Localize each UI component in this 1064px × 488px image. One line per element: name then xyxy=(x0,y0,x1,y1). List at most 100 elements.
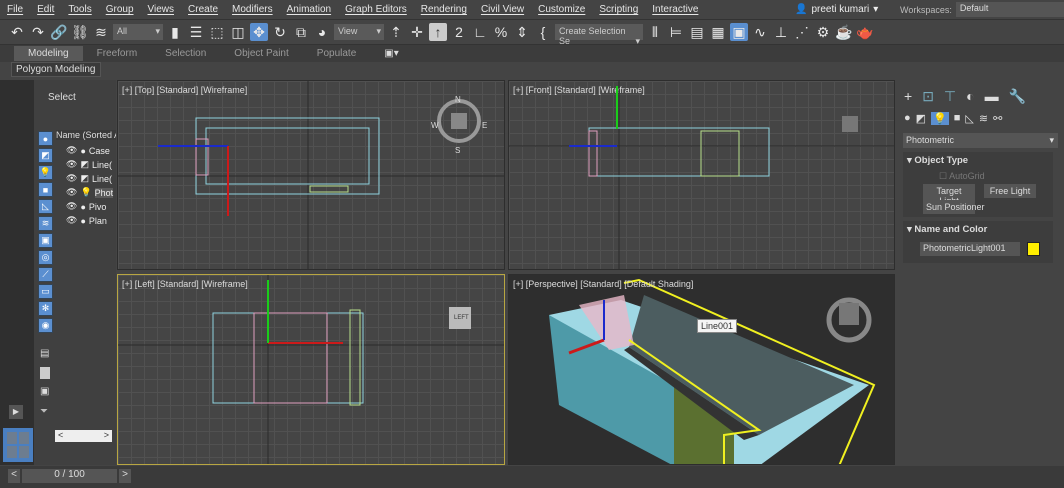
lights-category-icon[interactable]: 💡 xyxy=(931,112,949,125)
modify-tab-icon[interactable]: ⊡ xyxy=(922,88,934,105)
toggle-ribbon-icon[interactable]: ▣ xyxy=(730,23,748,41)
create-tab-icon[interactable]: + xyxy=(904,88,912,105)
utilities-tab-icon[interactable]: 🔧 xyxy=(1009,88,1026,105)
autogrid-checkbox[interactable]: ☐ AutoGrid xyxy=(939,171,985,182)
list-item[interactable]: 👁 ◩ Line( xyxy=(66,172,114,185)
redo-icon[interactable]: ↷ xyxy=(29,23,47,41)
menu-graph-editors[interactable]: Graph Editors xyxy=(338,4,414,15)
viewcube-face-label[interactable]: LEFT xyxy=(454,315,469,321)
pivot-center-icon[interactable]: ⇡ xyxy=(387,23,405,41)
display-geometry-icon[interactable]: ● xyxy=(38,131,53,146)
tab-modeling[interactable]: Modeling xyxy=(14,46,83,61)
name-color-header[interactable]: ▾ Name and Color xyxy=(907,224,987,235)
mirror-icon[interactable]: ⫴ xyxy=(646,23,664,41)
reference-coord-dropdown[interactable]: View ▾ xyxy=(334,24,384,40)
eye-icon[interactable]: 👁 xyxy=(66,187,77,198)
render-setup-icon[interactable]: ☕ xyxy=(835,23,853,41)
list-item[interactable]: 👁 ● Plan xyxy=(66,214,114,227)
display-spacewarps-icon[interactable]: ≋ xyxy=(38,216,53,231)
list-item[interactable]: 👁 ● Pivo xyxy=(66,200,114,213)
list-item[interactable]: 👁 💡 Phot xyxy=(66,186,114,199)
menu-file[interactable]: File xyxy=(0,4,30,15)
display-hidden-icon[interactable]: ◉ xyxy=(38,318,53,333)
menu-customize[interactable]: Customize xyxy=(531,4,592,15)
menu-modifiers[interactable]: Modifiers xyxy=(225,4,280,15)
keyboard-shortcut-toggle-icon[interactable]: ↑ xyxy=(429,23,447,41)
eye-icon[interactable]: 👁 xyxy=(66,201,77,212)
eye-icon[interactable]: 👁 xyxy=(66,159,77,170)
layer-explorer-icon[interactable]: ▦ xyxy=(709,23,727,41)
viewport-front[interactable]: [+] [Front] [Standard] [Wireframe] xyxy=(508,80,895,270)
time-slider[interactable]: < 0 / 100 > xyxy=(0,466,1064,488)
display-invert-icon[interactable]: ▣ xyxy=(40,386,49,397)
display-all-icon[interactable]: ▤ xyxy=(40,348,49,359)
expand-layout-icon[interactable]: ▶ xyxy=(9,405,23,419)
shapes-category-icon[interactable]: ◩ xyxy=(916,112,926,125)
place-icon[interactable]: ◕ xyxy=(313,23,331,41)
scene-explorer-icon[interactable]: ▤ xyxy=(688,23,706,41)
cameras-category-icon[interactable]: ■ xyxy=(954,112,961,125)
object-type-header[interactable]: ▾ Object Type xyxy=(907,155,968,166)
unlink-icon[interactable]: ⛓ xyxy=(71,23,89,41)
menu-tools[interactable]: Tools xyxy=(61,4,98,15)
spacewarps-category-icon[interactable]: ≋ xyxy=(979,112,988,125)
percent-snap-icon[interactable]: % xyxy=(492,23,510,41)
display-particles-icon[interactable]: ✻ xyxy=(38,301,53,316)
object-color-swatch[interactable] xyxy=(1027,242,1040,256)
viewport-label[interactable]: [+] [Perspective] [Standard] [Default Sh… xyxy=(513,279,693,289)
dope-sheet-icon[interactable]: ⊥ xyxy=(772,23,790,41)
geometry-category-icon[interactable]: ● xyxy=(904,112,911,125)
polygon-modeling-tab[interactable]: Polygon Modeling xyxy=(11,62,101,77)
display-tab-icon[interactable]: ▬ xyxy=(985,88,999,105)
display-cameras-icon[interactable]: ■ xyxy=(38,182,53,197)
free-light-button[interactable]: Free Light xyxy=(984,184,1036,198)
link-icon[interactable]: 🔗 xyxy=(50,23,68,41)
display-xrefs-icon[interactable]: ◎ xyxy=(38,250,53,265)
edit-named-selection-icon[interactable]: { xyxy=(534,23,552,41)
viewport-top[interactable]: [+] [Top] [Standard] [Wireframe] N S E W xyxy=(117,80,505,270)
scale-icon[interactable]: ⧉ xyxy=(292,23,310,41)
filter-icon[interactable]: ⏷ xyxy=(40,406,48,417)
menu-animation[interactable]: Animation xyxy=(280,4,338,15)
list-item[interactable]: 👁 ● Case xyxy=(66,144,114,157)
material-editor-icon[interactable]: ⚙ xyxy=(814,23,832,41)
time-slider-thumb[interactable]: 0 / 100 xyxy=(22,469,117,483)
align-icon[interactable]: ⊨ xyxy=(667,23,685,41)
menu-scripting[interactable]: Scripting xyxy=(592,4,645,15)
snaps-toggle-icon[interactable]: 2 xyxy=(450,23,468,41)
light-type-dropdown[interactable]: Photometric ▾ xyxy=(903,133,1058,148)
helpers-category-icon[interactable]: ◺ xyxy=(965,112,973,125)
display-containers-icon[interactable]: ▭ xyxy=(38,284,53,299)
angle-snap-icon[interactable]: ∟ xyxy=(471,23,489,41)
menu-edit[interactable]: Edit xyxy=(30,4,61,15)
tab-selection[interactable]: Selection xyxy=(151,46,220,61)
hierarchy-tab-icon[interactable]: ⊤ xyxy=(944,88,956,105)
time-prev-button[interactable]: < xyxy=(8,469,20,483)
display-shapes-icon[interactable]: ◩ xyxy=(38,148,53,163)
display-lights-icon[interactable]: 💡 xyxy=(38,165,53,180)
named-selection-dropdown[interactable]: Create Selection Se ▾ xyxy=(555,24,643,46)
display-bones-icon[interactable]: ⟋ xyxy=(38,267,53,282)
undo-icon[interactable]: ↶ xyxy=(8,23,26,41)
user-account-button[interactable]: 👤 preeti kumari ▾ xyxy=(795,1,878,18)
menu-rendering[interactable]: Rendering xyxy=(414,4,474,15)
menu-interactive[interactable]: Interactive xyxy=(645,4,705,15)
display-helpers-icon[interactable]: ◺ xyxy=(38,199,53,214)
systems-category-icon[interactable]: ⚯ xyxy=(993,112,1002,125)
time-next-button[interactable]: > xyxy=(119,469,131,483)
select-by-name-icon[interactable]: ☰ xyxy=(187,23,205,41)
viewport-perspective[interactable]: [+] [Perspective] [Standard] [Default Sh… xyxy=(508,274,895,465)
select-manipulate-icon[interactable]: ✛ xyxy=(408,23,426,41)
select-object-icon[interactable]: ▮ xyxy=(166,23,184,41)
display-groups-icon[interactable]: ▣ xyxy=(38,233,53,248)
viewport-left[interactable]: [+] [Left] [Standard] [Wireframe] LEFT xyxy=(117,274,505,465)
sun-positioner-button[interactable]: Sun Positioner xyxy=(923,200,985,214)
render-icon[interactable]: 🫖 xyxy=(856,23,874,41)
object-name-input[interactable]: PhotometricLight001 xyxy=(920,242,1020,256)
viewport-layout-button[interactable] xyxy=(3,428,33,462)
ribbon-options-icon[interactable]: ▣▾ xyxy=(370,46,412,61)
move-icon[interactable]: ✥ xyxy=(250,23,268,41)
eye-icon[interactable]: 👁 xyxy=(66,173,77,184)
tab-freeform[interactable]: Freeform xyxy=(83,46,152,61)
rect-selection-icon[interactable]: ⬚ xyxy=(208,23,226,41)
